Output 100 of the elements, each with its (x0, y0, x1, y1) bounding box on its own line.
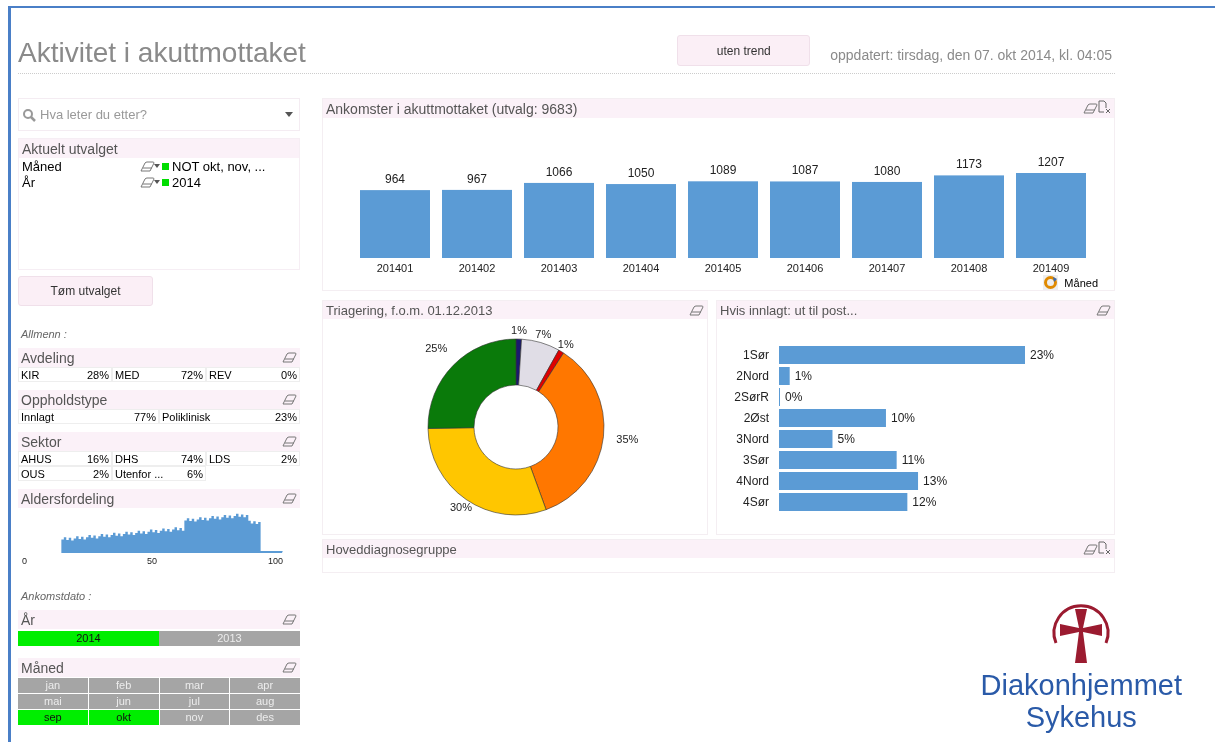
value-label: 0% (785, 390, 803, 404)
eraser-icon[interactable] (140, 160, 155, 172)
axis-label: 100 (268, 556, 284, 566)
value-label: 1080 (873, 163, 901, 178)
category-label: 201405 (704, 262, 742, 274)
eraser-icon[interactable] (1096, 304, 1111, 316)
value-label: 13% (923, 474, 948, 488)
category-label: 4Sør (743, 495, 769, 509)
category-label: 201406 (786, 262, 824, 274)
eraser-icon[interactable] (282, 493, 297, 504)
value-label: 25% (425, 342, 448, 355)
list-item[interactable]: Poliklinisk 23% (159, 409, 300, 424)
clear-document-icon[interactable] (1098, 100, 1111, 114)
clear-document-icon[interactable] (1098, 540, 1111, 555)
value-label: 1050 (627, 166, 655, 181)
chart-title: Aldersfordeling (21, 490, 115, 507)
chart-title: Hvis innlagt: ut til post... (720, 302, 858, 318)
clear-selections-button[interactable]: Tøm utvalget (18, 276, 153, 306)
selected-value[interactable]: 2014 (172, 174, 296, 190)
updated-text: oppdatert: tirsdag, den 07. okt 2014, kl. 04:05 (830, 47, 1112, 63)
dropdown-caret-icon[interactable] (285, 112, 293, 117)
selected-value[interactable]: NOT okt, nov, ... (172, 158, 296, 174)
list-item[interactable]: REV 0% (206, 367, 300, 382)
list-item[interactable]: OUS 2% (18, 466, 112, 481)
eraser-icon[interactable] (1083, 103, 1098, 114)
list-title: Måned (21, 659, 64, 676)
chart-title: Triagering, f.o.m. 01.12.2013 (326, 302, 493, 318)
category-label: 3Nord (736, 432, 769, 446)
chart-title: Hoveddiagnosegruppe (326, 541, 457, 557)
category-label: 201401 (376, 262, 414, 274)
category-label: 1Sør (743, 348, 769, 362)
category-label: 201407 (868, 262, 906, 274)
category-label: 2SørR (734, 390, 769, 404)
donut-slice[interactable] (427, 338, 517, 429)
field-name: Måned (22, 158, 63, 174)
category-label: 201409 (1032, 262, 1070, 274)
status-square-icon (162, 162, 169, 170)
value-label: 1173 (956, 157, 982, 172)
list-title: År (21, 611, 35, 628)
value-label: 1066 (545, 164, 573, 179)
logo-text: Diakonhjemmet (980, 669, 1182, 701)
value-label: 1087 (791, 163, 819, 178)
eraser-icon[interactable] (689, 304, 704, 316)
filter-option[interactable]: sep (18, 710, 88, 725)
list-item[interactable]: KIR 28% (18, 367, 112, 382)
category-label: 2Nord (736, 369, 769, 383)
list-item[interactable]: LDS 2% (206, 451, 300, 466)
section-heading: Allmenn : (21, 328, 68, 340)
filter-option[interactable]: 2014 (18, 631, 159, 646)
section-heading: Ankomstdato : (21, 590, 93, 602)
cycle-icon[interactable] (1043, 275, 1059, 290)
eraser-icon[interactable] (282, 352, 297, 363)
category-label: 201403 (540, 262, 578, 274)
eraser-icon[interactable] (282, 614, 297, 625)
list-item[interactable]: Innlagt 77% (18, 409, 159, 424)
axis-label: 50 (147, 556, 157, 566)
list-item[interactable]: Utenfor ... 6% (112, 466, 206, 481)
value-label: 11% (901, 453, 925, 467)
donut-slice[interactable] (518, 338, 560, 391)
list-item[interactable]: MED 72% (112, 367, 206, 382)
value-label: 35% (616, 433, 639, 446)
trend-button[interactable]: uten trend (677, 35, 811, 66)
category-label: 2Øst (743, 411, 769, 425)
status-square-icon (162, 178, 169, 186)
logo-text: Sykehus (1025, 701, 1137, 733)
value-label: 967 (467, 171, 487, 186)
category-label: 201402 (458, 262, 496, 274)
list-item[interactable]: DHS 74% (112, 451, 206, 466)
eraser-icon[interactable] (1083, 543, 1098, 555)
category-label: 4Nord (736, 474, 769, 488)
value-label: 7% (535, 327, 552, 340)
category-label: 3Sør (743, 453, 769, 467)
list-title: Sektor (21, 433, 62, 450)
chart-title: Ankomster i akuttmottaket (utvalg: 9683) (326, 100, 578, 117)
list-item[interactable]: AHUS 16% (18, 451, 112, 466)
value-label: 1089 (709, 163, 737, 178)
list-title: Avdeling (21, 349, 75, 366)
value-label: 5% (837, 432, 855, 446)
value-label: 1% (794, 369, 813, 383)
field-name: År (22, 174, 36, 190)
page-title: Aktivitet i akuttmottaket (18, 37, 307, 69)
list-title: Oppholdstype (21, 391, 108, 408)
value-label: 1207 (1037, 155, 1065, 169)
value-label: 23% (1030, 348, 1055, 362)
value-label: 10% (890, 411, 915, 425)
filter-option[interactable]: okt (88, 710, 159, 725)
eraser-icon[interactable] (282, 394, 297, 405)
axis-label: 0 (22, 556, 27, 566)
eraser-icon[interactable] (140, 176, 155, 188)
value-label: 964 (385, 172, 405, 187)
search-icon (22, 107, 36, 122)
eraser-icon[interactable] (282, 436, 297, 447)
panel-title: Aktuelt utvalget (22, 140, 118, 157)
value-label: 1% (511, 324, 528, 337)
search-box[interactable]: Hva leter du etter? (18, 98, 300, 131)
category-label: 201408 (950, 262, 988, 274)
dimension-label: Måned (1064, 276, 1098, 289)
category-label: 201404 (622, 262, 660, 274)
value-label: 30% (450, 500, 472, 513)
eraser-icon[interactable] (282, 662, 297, 673)
